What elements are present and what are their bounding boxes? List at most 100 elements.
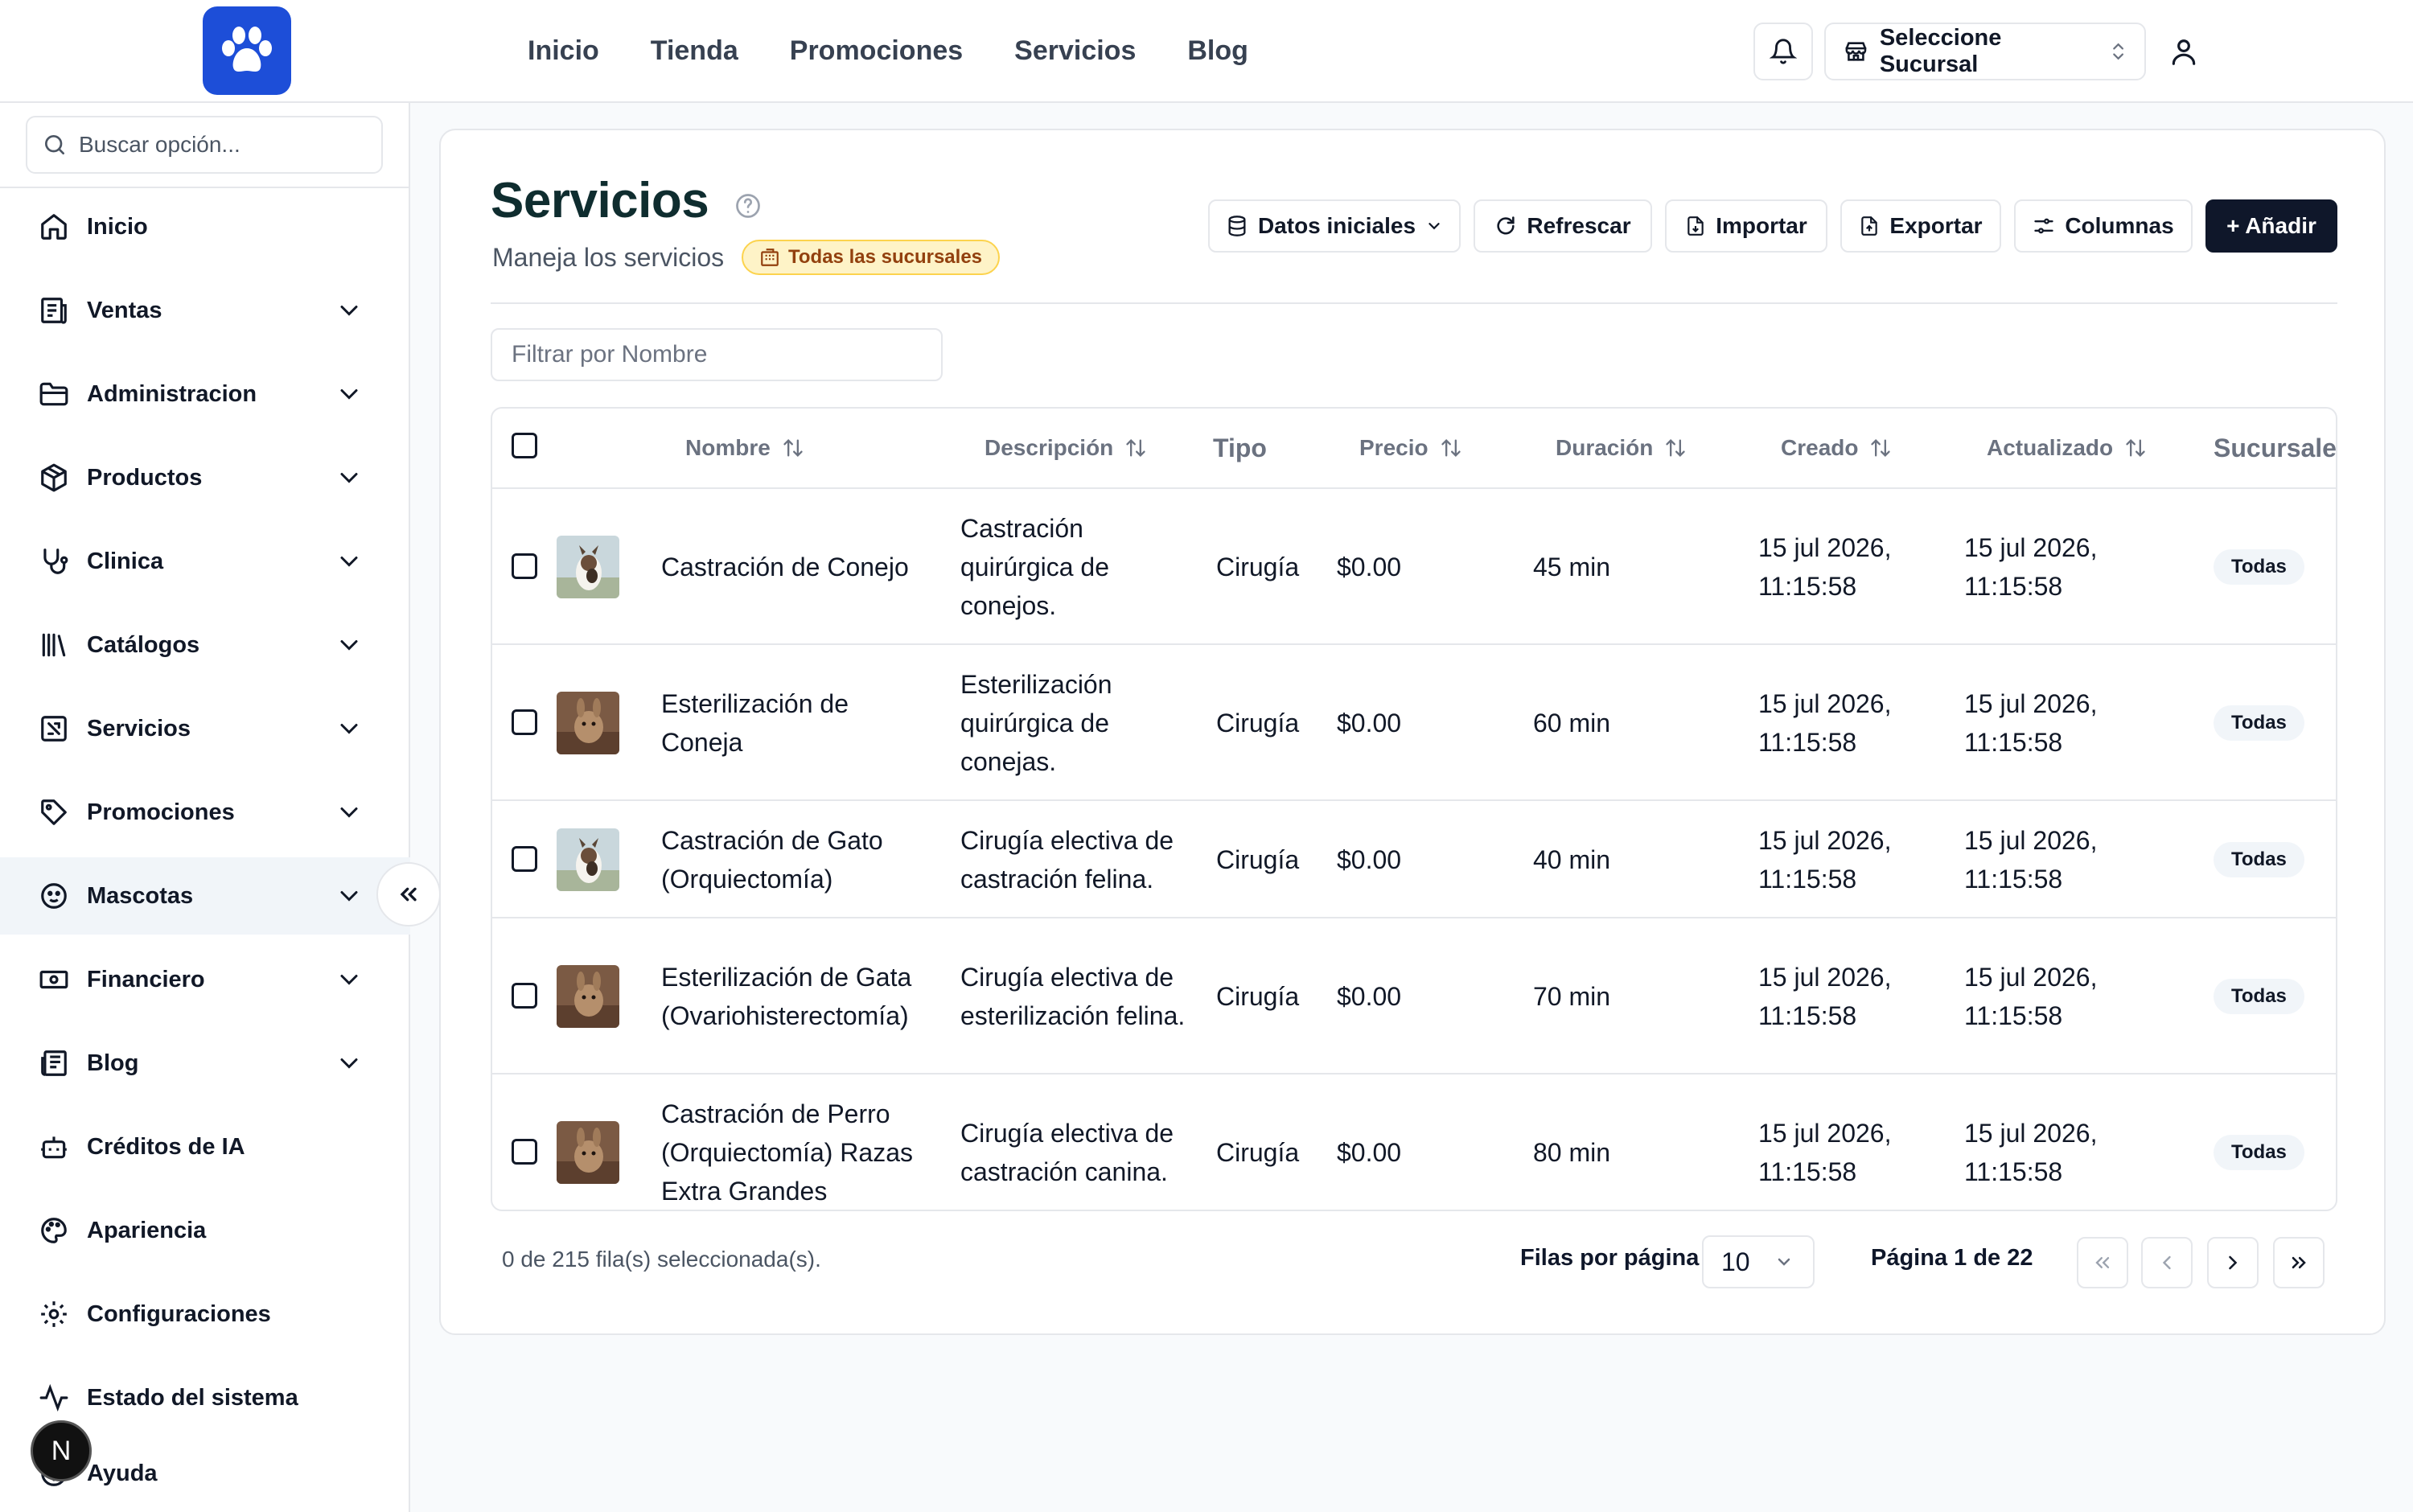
initial-data-label: Datos iniciales — [1257, 213, 1416, 238]
nav-tienda[interactable]: Tienda — [625, 35, 764, 67]
import-button[interactable]: Importar — [1665, 199, 1827, 253]
table-row[interactable]: Esterilización de Coneja Esterilización … — [492, 643, 2336, 799]
col-header-duracion[interactable]: Duración — [1556, 409, 1687, 487]
col-header-creado[interactable]: Creado — [1781, 409, 1892, 487]
select-all-checkbox[interactable] — [512, 433, 537, 458]
brand-logo[interactable] — [203, 6, 291, 95]
folder-icon — [37, 377, 71, 411]
service-thumbnail-dog — [557, 536, 619, 598]
columns-button[interactable]: Columnas — [2014, 199, 2193, 253]
col-header-label: Creado — [1781, 435, 1859, 460]
name-filter-input[interactable]: Filtrar por Nombre — [491, 328, 943, 381]
sidebar-item-clinica[interactable]: Clinica — [0, 523, 410, 600]
cell-creado: 15 jul 2026, 11:15:58 — [1758, 826, 1892, 894]
sidebar-item-inicio[interactable]: Inicio — [0, 188, 410, 265]
page-info: Página 1 de 22 — [1871, 1245, 2033, 1271]
help-circle-icon[interactable] — [734, 191, 763, 220]
table-row[interactable]: Esterilización de Gata (Ovariohisterecto… — [492, 917, 2336, 1073]
sidebar-item-configuraciones[interactable]: Configuraciones — [0, 1276, 410, 1353]
sidebar-item-label: Inicio — [87, 213, 148, 240]
sidebar-item-label: Configuraciones — [87, 1300, 271, 1327]
sidebar-item-catalogos[interactable]: Catálogos — [0, 606, 410, 684]
notifications-button[interactable] — [1753, 23, 1813, 80]
col-header-label: Descripción — [985, 435, 1114, 460]
stethoscope-icon — [37, 544, 71, 578]
sidebar-item-ventas[interactable]: Ventas — [0, 272, 410, 349]
service-thumbnail-rabbit — [557, 1121, 619, 1184]
table-row[interactable]: Castración de Conejo Castración quirúrgi… — [492, 487, 2336, 643]
refresh-button[interactable]: Refrescar — [1474, 199, 1652, 253]
next-page-button[interactable] — [2207, 1237, 2259, 1288]
col-header-label: Tipo — [1213, 433, 1267, 462]
cell-descripcion: Cirugía electiva de castración felina. — [960, 826, 1174, 894]
framework-badge[interactable]: N — [31, 1420, 92, 1481]
chevron-right-icon — [2229, 1255, 2238, 1270]
branch-label: Seleccione Sucursal — [1879, 25, 2002, 77]
branch-selector[interactable]: Seleccione Sucursal — [1824, 23, 2146, 80]
export-button[interactable]: Exportar — [1840, 199, 2001, 253]
user-icon — [2172, 39, 2196, 65]
sidebar-item-productos[interactable]: Productos — [0, 439, 410, 516]
add-button[interactable]: + Añadir — [2205, 199, 2337, 253]
row-checkbox[interactable] — [512, 553, 537, 579]
sidebar-item-servicios[interactable]: Servicios — [0, 690, 410, 767]
cell-precio: $0.00 — [1337, 982, 1402, 1011]
cell-creado: 15 jul 2026, 11:15:58 — [1758, 963, 1892, 1030]
sidebar-item-label: Ayuda — [87, 1460, 158, 1486]
cell-duracion: 80 min — [1533, 1138, 1611, 1167]
row-checkbox[interactable] — [512, 709, 537, 735]
gear-icon — [37, 1297, 71, 1331]
sidebar-item-apariencia[interactable]: Apariencia — [0, 1192, 410, 1269]
cell-descripcion: Castración quirúrgica de conejos. — [960, 514, 1109, 620]
row-checkbox[interactable] — [512, 1139, 537, 1165]
row-checkbox[interactable] — [512, 983, 537, 1009]
table-row[interactable]: Castración de Gato (Orquiectomía) Cirugí… — [492, 799, 2336, 917]
sidebar-search[interactable]: Buscar opción... — [26, 116, 383, 174]
cell-tipo: Cirugía — [1216, 1138, 1300, 1167]
sidebar-item-label: Ventas — [87, 297, 162, 323]
col-header-label: Sucursale — [2214, 433, 2337, 462]
sliders-icon — [2034, 218, 2053, 234]
sidebar-item-financiero[interactable]: Financiero — [0, 941, 410, 1018]
last-page-button[interactable] — [2273, 1237, 2325, 1288]
sidebar-item-mascotas[interactable]: Mascotas — [0, 857, 410, 935]
bell-icon — [1770, 39, 1797, 64]
chevron-down-icon — [340, 557, 358, 567]
home-icon — [37, 210, 71, 244]
col-header-descripcion[interactable]: Descripción — [985, 409, 1147, 487]
nav-promociones[interactable]: Promociones — [764, 35, 989, 67]
rows-per-page-select[interactable]: 10 — [1702, 1235, 1815, 1288]
col-header-precio[interactable]: Precio — [1359, 409, 1462, 487]
nav-servicios[interactable]: Servicios — [989, 35, 1161, 67]
col-header-actualizado[interactable]: Actualizado — [1987, 409, 2147, 487]
table-row[interactable]: Castración de Perro (Orquiectomía) Razas… — [492, 1073, 2336, 1210]
selection-count: 0 de 215 fila(s) seleccionada(s). — [502, 1247, 821, 1272]
previous-page-button[interactable] — [2141, 1237, 2193, 1288]
scope-badge-label: Todas las sucursales — [788, 246, 983, 268]
initial-data-button[interactable]: Datos iniciales — [1208, 199, 1461, 253]
first-page-button[interactable] — [2077, 1237, 2128, 1288]
chevron-down-icon — [340, 807, 358, 818]
sidebar-item-blog[interactable]: Blog — [0, 1025, 410, 1102]
sidebar-item-administracion[interactable]: Administracion — [0, 355, 410, 433]
nav-inicio[interactable]: Inicio — [502, 35, 625, 67]
columns-label: Columnas — [2065, 213, 2174, 238]
chevrons-up-down-icon — [2112, 43, 2123, 60]
user-menu-button[interactable] — [2164, 32, 2204, 72]
cell-tipo: Cirugía — [1216, 982, 1300, 1011]
nav-blog[interactable]: Blog — [1161, 35, 1274, 67]
sidebar-item-creditos-ia[interactable]: Créditos de IA — [0, 1108, 410, 1185]
sidebar-item-promociones[interactable]: Promociones — [0, 774, 410, 851]
col-header-label: Precio — [1359, 435, 1428, 460]
col-header-nombre[interactable]: Nombre — [685, 409, 804, 487]
main-nav: Inicio Tienda Promociones Servicios Blog — [502, 0, 1274, 101]
sort-icon — [1871, 439, 1891, 457]
package-icon — [37, 461, 71, 495]
receipt-icon — [37, 294, 71, 327]
row-checkbox[interactable] — [512, 846, 537, 872]
collapse-sidebar-button[interactable] — [376, 862, 441, 927]
add-label: + Añadir — [2226, 213, 2316, 238]
cell-duracion: 60 min — [1533, 709, 1611, 738]
cell-creado: 15 jul 2026, 11:15:58 — [1758, 1119, 1892, 1186]
sidebar-item-label: Promociones — [87, 799, 235, 825]
